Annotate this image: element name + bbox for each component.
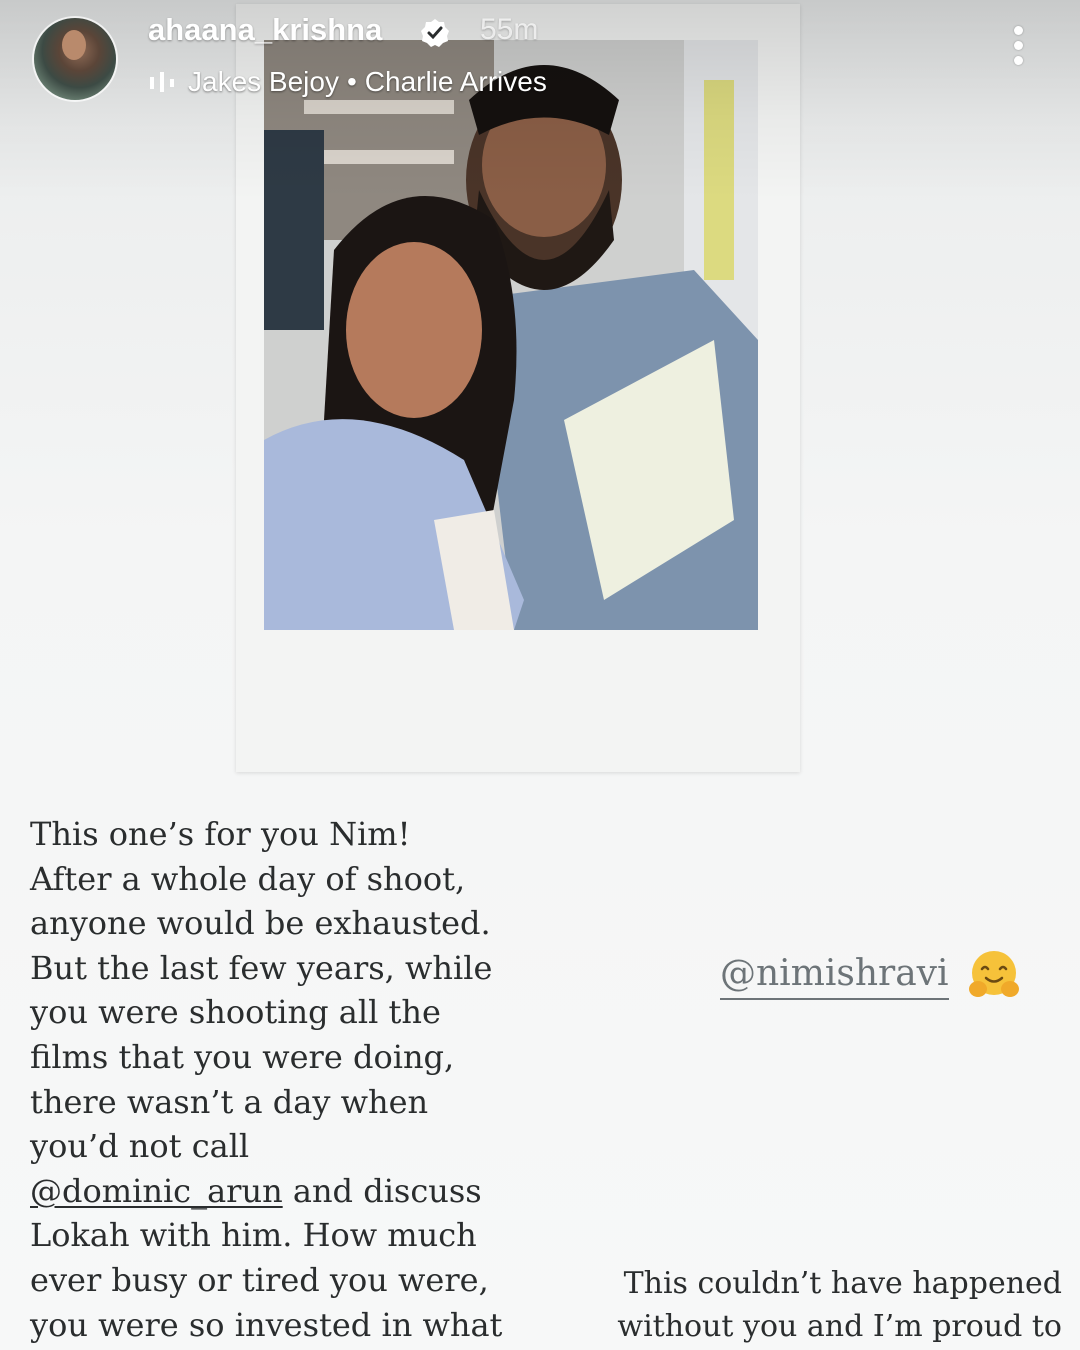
caption-line: This one’s for you Nim! <box>30 815 411 853</box>
hugging-face-icon <box>968 951 1019 997</box>
mention-sticker[interactable]: @nimishravi <box>720 946 1023 1006</box>
music-bars-icon <box>150 72 174 92</box>
caption-line: After a whole day of shoot, <box>30 859 466 898</box>
caption-right-line: This couldn’t have happened <box>623 1266 1062 1301</box>
verified-badge-icon <box>421 19 449 47</box>
caption-right-line: without you and I’m proud to <box>617 1309 1062 1344</box>
caption-line: there wasn’t a day when <box>30 1082 429 1121</box>
caption-line: But the last few years, while <box>30 948 493 987</box>
avatar[interactable] <box>34 18 116 100</box>
story-time: 55m <box>480 13 539 46</box>
music-track: Charlie Arrives <box>364 66 547 97</box>
caption-line: Lokah with him. How much <box>30 1216 477 1255</box>
username[interactable]: ahaana_krishna <box>148 12 382 48</box>
caption-line: you were so invested in what <box>30 1305 503 1344</box>
caption-line: anyone would be exhausted. <box>30 904 491 943</box>
music-artist: Jakes Bejoy <box>188 66 339 97</box>
caption-line: you’d not call <box>30 1127 250 1166</box>
caption-line: you were shooting all the <box>30 993 441 1032</box>
music-attribution[interactable]: Jakes Bejoy • Charlie Arrives <box>148 62 547 102</box>
story-header: ahaana_krishna 55m Jakes Bejoy • Charlie… <box>0 0 1080 200</box>
mention-dominic-arun[interactable]: @dominic_arun <box>30 1172 283 1210</box>
story-caption-right: This couldn’t have happened without you … <box>612 1262 1062 1348</box>
caption-line-tail: and discuss <box>282 1171 482 1210</box>
more-options-icon[interactable] <box>1000 26 1036 74</box>
caption-line: films that you were doing, <box>30 1037 455 1076</box>
caption-line-with-mention: @dominic_arun and discuss <box>30 1169 550 1214</box>
caption-line: ever busy or tired you were, <box>30 1260 489 1299</box>
story-caption: This one’s for you Nim! After a whole da… <box>30 812 550 1347</box>
mention-nimishravi[interactable]: @nimishravi <box>720 953 949 1000</box>
music-separator: • <box>346 66 357 97</box>
